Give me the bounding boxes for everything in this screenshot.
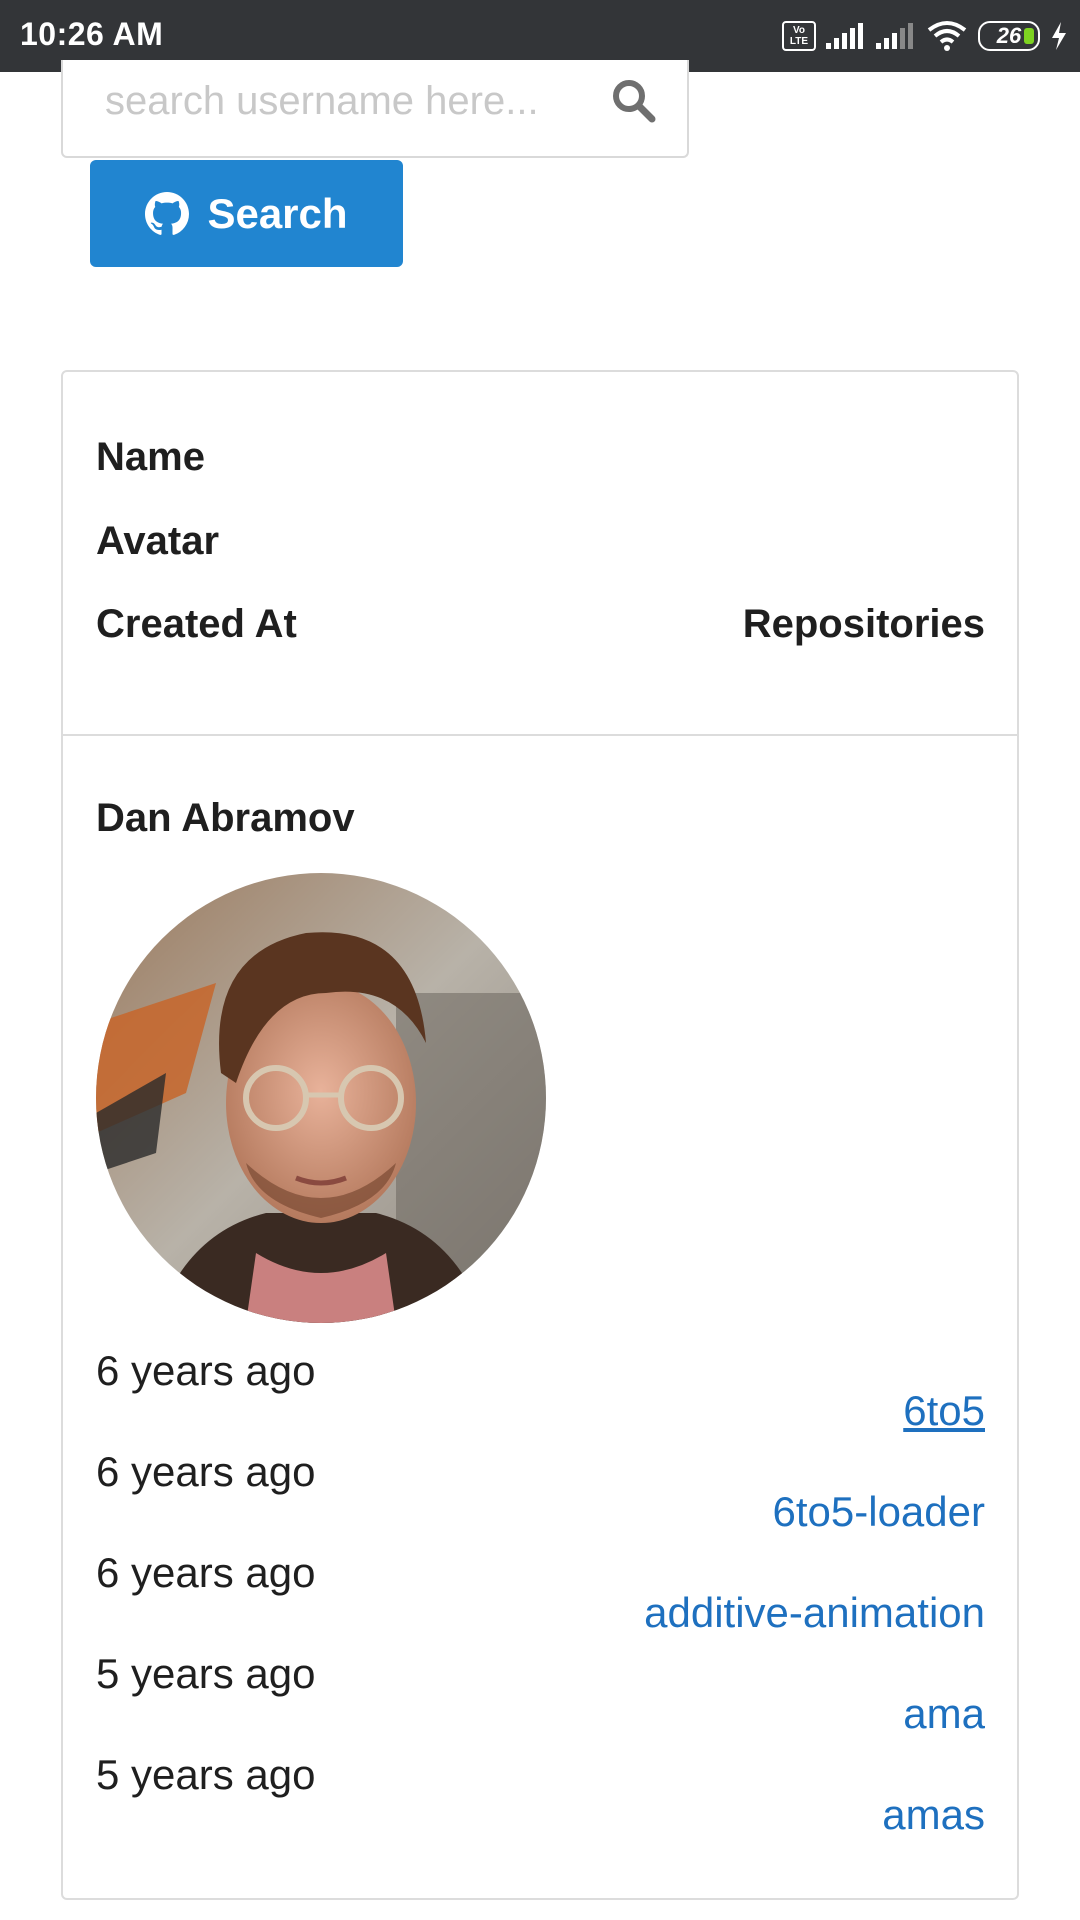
repo-item: 6to5-loader	[644, 1488, 985, 1589]
header-created-at: Created At	[96, 602, 297, 646]
created-at-item: 5 years ago	[96, 1650, 316, 1697]
table-header: Name Avatar Created At Repositories	[63, 372, 1017, 736]
header-avatar: Avatar	[96, 519, 220, 563]
search-icon[interactable]	[611, 78, 657, 124]
battery-level: 26	[996, 23, 1022, 48]
user-table: Name Avatar Created At Repositories Dan …	[61, 370, 1019, 1900]
header-name: Name	[96, 435, 205, 479]
volte-icon: Vo LTE	[782, 21, 816, 51]
repo-link-additive-animation[interactable]: additive-animation	[644, 1589, 985, 1636]
repo-item: additive-animation	[644, 1589, 985, 1690]
status-time: 10:26 AM	[20, 16, 164, 52]
user-photo-icon	[96, 873, 546, 1323]
signal-strength-icon-2	[876, 23, 913, 49]
status-icons: Vo LTE 26	[782, 14, 1068, 58]
github-icon	[145, 191, 190, 235]
search-field[interactable]	[61, 60, 689, 158]
header-repositories: Repositories	[742, 602, 985, 646]
wifi-icon	[927, 21, 967, 51]
charging-icon	[1052, 22, 1066, 50]
repo-item: amas	[644, 1791, 985, 1892]
avatar	[96, 873, 546, 1323]
user-name: Dan Abramov	[96, 796, 355, 840]
search-button-label: Search	[207, 189, 348, 237]
created-at-item: 6 years ago	[96, 1347, 316, 1394]
search-button[interactable]: Search	[90, 160, 403, 267]
created-at-item: 5 years ago	[96, 1751, 316, 1798]
search-input[interactable]	[103, 76, 583, 126]
repo-link-6to5-loader[interactable]: 6to5-loader	[773, 1488, 985, 1535]
repositories-list: 6to5 6to5-loader additive-animation ama …	[644, 1387, 985, 1892]
battery-icon: 26	[978, 21, 1040, 51]
repo-item: 6to5	[644, 1387, 985, 1488]
repo-link-amas[interactable]: amas	[882, 1791, 985, 1838]
signal-strength-icon	[826, 23, 863, 49]
created-at-item: 6 years ago	[96, 1448, 316, 1495]
repo-item: ama	[644, 1690, 985, 1791]
created-at-item: 6 years ago	[96, 1549, 316, 1596]
created-at-list: 6 years ago 6 years ago 6 years ago 5 ye…	[96, 1347, 315, 1852]
repo-link-ama[interactable]: ama	[903, 1690, 985, 1737]
repo-link-6to5[interactable]: 6to5	[903, 1387, 985, 1434]
